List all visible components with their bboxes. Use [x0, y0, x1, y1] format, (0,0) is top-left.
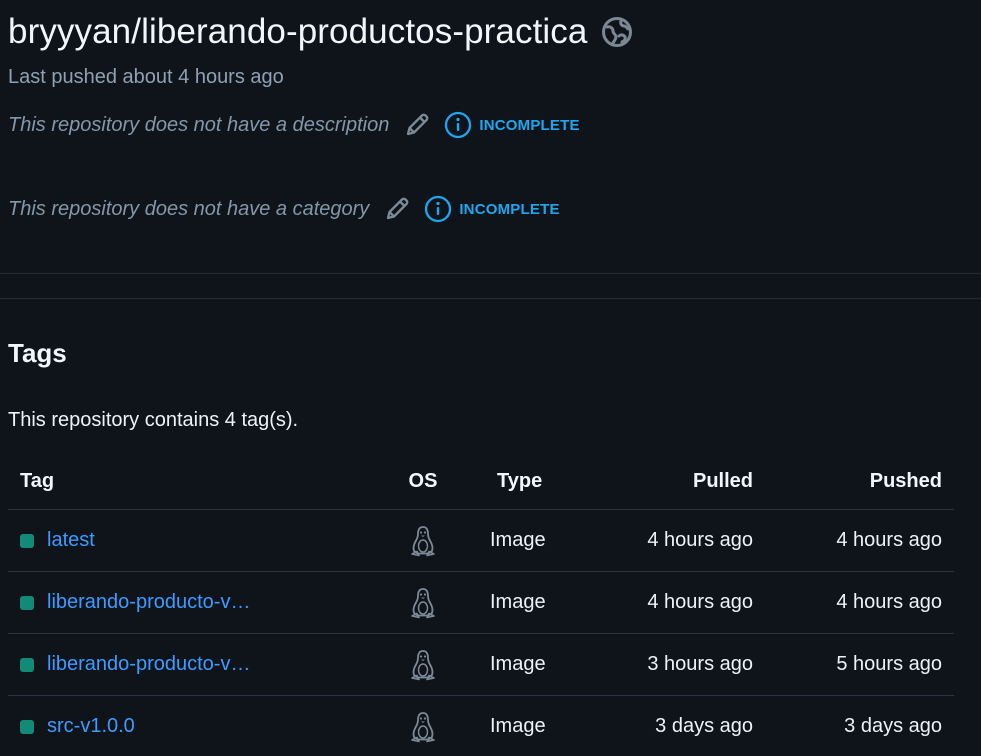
- column-header-tag[interactable]: Tag: [20, 453, 350, 509]
- tag-cell: latest: [20, 510, 350, 571]
- pencil-icon[interactable]: [383, 195, 411, 223]
- tag-cell: liberando-producto-v…: [20, 572, 350, 633]
- pushed-cell: 4 hours ago: [836, 591, 942, 613]
- category-status: INCOMPLETE: [424, 195, 559, 223]
- category-row: This repository does not have a category…: [8, 195, 560, 223]
- pulled-cell: 4 hours ago: [647, 529, 753, 551]
- linux-icon: [408, 648, 438, 682]
- repository-page: bryyyan/liberando-productos-practica Las…: [0, 0, 981, 756]
- type-cell: Image: [490, 653, 546, 675]
- tags-heading: Tags: [8, 338, 67, 368]
- tag-status-dot: [20, 595, 34, 610]
- os-cell: [403, 634, 443, 695]
- tags-table: Tag OS Type Pulled Pushed latest Image 4…: [8, 453, 954, 756]
- repo-header: bryyyan/liberando-productos-practica: [8, 12, 633, 52]
- tag-link[interactable]: liberando-producto-v…: [47, 653, 250, 676]
- table-row: latest Image 4 hours ago 4 hours ago: [8, 510, 954, 572]
- pushed-cell: 3 days ago: [844, 715, 942, 737]
- column-header-pulled[interactable]: Pulled: [583, 453, 753, 509]
- type-cell: Image: [490, 715, 546, 737]
- linux-icon: [408, 710, 438, 744]
- divider: [0, 273, 981, 274]
- description-status: INCOMPLETE: [444, 111, 579, 139]
- column-header-pushed[interactable]: Pushed: [772, 453, 942, 509]
- info-icon: [424, 195, 452, 223]
- linux-icon: [408, 524, 438, 558]
- tags-count-text: This repository contains 4 tag(s).: [8, 409, 299, 431]
- pushed-cell: 4 hours ago: [836, 529, 942, 551]
- tag-link[interactable]: src-v1.0.0: [47, 715, 135, 738]
- pulled-cell: 3 hours ago: [647, 653, 753, 675]
- column-header-os: OS: [408, 469, 438, 492]
- linux-icon: [408, 586, 438, 620]
- category-text: This repository does not have a category: [8, 197, 370, 220]
- tag-link[interactable]: liberando-producto-v…: [47, 591, 250, 614]
- pulled-cell: 3 days ago: [655, 715, 753, 737]
- description-row: This repository does not have a descript…: [8, 111, 580, 139]
- incomplete-badge: INCOMPLETE: [459, 200, 560, 218]
- table-row: src-v1.0.0 Image 3 days ago 3 days ago: [8, 696, 954, 756]
- column-header-type: Type: [497, 469, 543, 492]
- type-cell: Image: [490, 591, 546, 613]
- globe-icon: [601, 16, 633, 48]
- info-icon: [444, 111, 472, 139]
- incomplete-badge: INCOMPLETE: [479, 116, 580, 134]
- table-row: liberando-producto-v… Image 3 hours ago …: [8, 634, 954, 696]
- tag-status-dot: [20, 533, 34, 548]
- tag-status-dot: [20, 657, 34, 672]
- os-cell: [403, 696, 443, 756]
- pulled-cell: 4 hours ago: [647, 591, 753, 613]
- table-header: Tag OS Type Pulled Pushed: [8, 453, 954, 510]
- table-row: liberando-producto-v… Image 4 hours ago …: [8, 572, 954, 634]
- type-cell: Image: [490, 529, 546, 551]
- description-text: This repository does not have a descript…: [8, 113, 390, 136]
- tag-cell: liberando-producto-v…: [20, 634, 350, 695]
- pencil-icon[interactable]: [403, 111, 431, 139]
- repo-title: bryyyan/liberando-productos-practica: [8, 12, 588, 51]
- os-cell: [403, 510, 443, 571]
- divider: [0, 298, 981, 299]
- os-cell: [403, 572, 443, 633]
- tag-status-dot: [20, 719, 34, 734]
- last-pushed-text: Last pushed about 4 hours ago: [8, 66, 284, 88]
- tag-link[interactable]: latest: [47, 529, 95, 552]
- tag-cell: src-v1.0.0: [20, 696, 350, 756]
- pushed-cell: 5 hours ago: [836, 653, 942, 675]
